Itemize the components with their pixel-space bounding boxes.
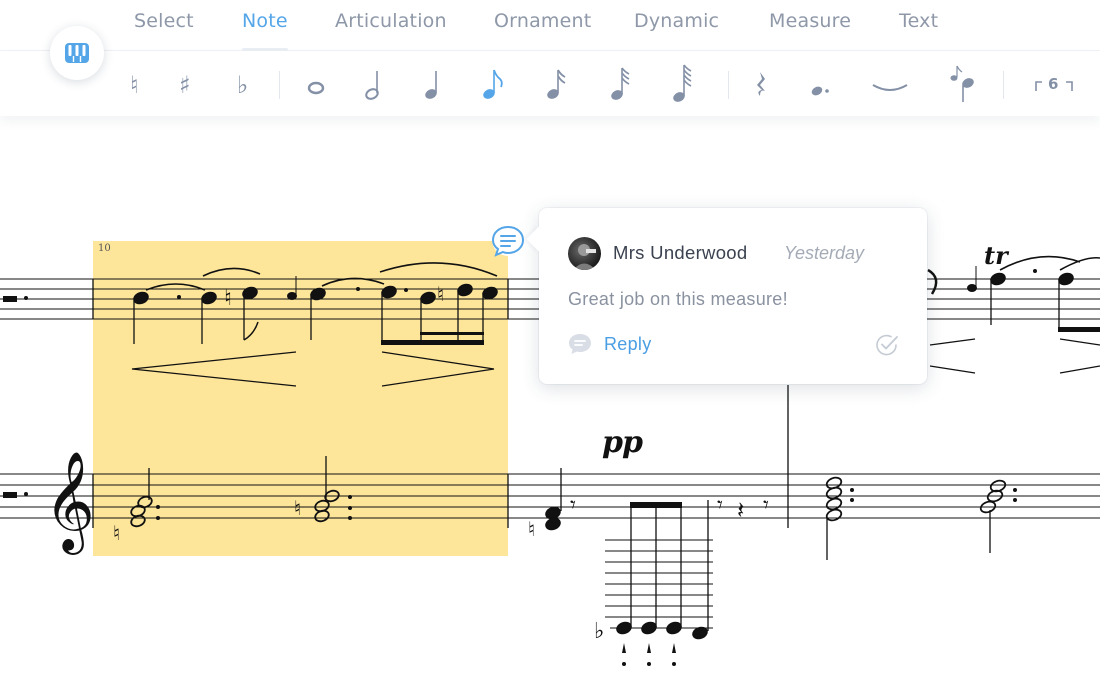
grace-note-tool[interactable]: [942, 51, 982, 116]
tie-tool[interactable]: [870, 51, 910, 116]
flat-icon: ♭: [237, 71, 248, 99]
quarter-note-tool[interactable]: [413, 51, 453, 116]
flat-tool[interactable]: ♭: [223, 51, 263, 116]
svg-text:♭: ♭: [594, 619, 604, 644]
tuplet-icon: 6: [1035, 75, 1073, 93]
thirty-second-note-tool[interactable]: [600, 51, 640, 116]
sharp-icon: ♯: [179, 71, 191, 99]
tab-ornament[interactable]: Ornament: [494, 10, 591, 32]
dynamic-marking[interactable]: pp: [602, 425, 643, 460]
thirty-second-note-icon: [611, 66, 630, 100]
toolbar-divider: [1003, 71, 1004, 99]
grace-note-icon: [950, 65, 974, 102]
svg-text:𝄾: 𝄾: [717, 493, 723, 518]
comment-author: Mrs Underwood: [613, 242, 748, 263]
piano-keyboard-icon: [65, 43, 89, 63]
svg-text:𝄾: 𝄾: [570, 493, 576, 518]
tab-articulation[interactable]: Articulation: [335, 10, 447, 32]
half-note-icon: [365, 70, 379, 100]
tuplet-tool[interactable]: 6: [1026, 51, 1082, 116]
tuplet-number: 6: [1048, 75, 1058, 93]
dot-icon: [811, 86, 829, 95]
sixteenth-note-icon: [547, 69, 566, 99]
svg-text:𝄾: 𝄾: [763, 493, 769, 518]
whole-note-icon: [307, 81, 325, 94]
comment-timestamp: Yesterday: [784, 243, 865, 263]
sixteenth-note-tool[interactable]: [536, 51, 576, 116]
toolbar-divider: [728, 71, 729, 99]
quarter-note-icon: [425, 70, 437, 99]
tab-text[interactable]: Text: [899, 10, 938, 32]
svg-text:♮: ♮: [437, 282, 444, 306]
eighth-note-tool[interactable]: [472, 51, 512, 116]
piano-keyboard-button[interactable]: [50, 26, 104, 80]
svg-text:♮: ♮: [113, 521, 120, 545]
svg-text:♯: ♯: [179, 71, 191, 99]
treble-clef: 𝄞: [44, 451, 95, 555]
mode-tab-bar: Select Note Articulation Ornament Dynami…: [0, 0, 1100, 51]
rest-icon: [757, 71, 765, 96]
tab-note-label: Note: [242, 10, 288, 32]
tab-measure[interactable]: Measure: [769, 10, 851, 32]
tab-note[interactable]: Note: [242, 10, 288, 51]
natural-icon: ♮: [130, 71, 139, 99]
whole-note-tool[interactable]: [296, 51, 336, 116]
svg-text:♭: ♭: [237, 71, 248, 99]
comment-text: Great job on this measure!: [568, 289, 788, 309]
trill-ornament: tr: [984, 241, 1010, 270]
tab-dynamic[interactable]: Dynamic: [634, 10, 719, 32]
reply-icon: [569, 334, 591, 354]
comment-popover: Mrs Underwood Yesterday Great job on thi…: [526, 208, 927, 384]
svg-text:𝄽: 𝄽: [737, 496, 744, 524]
natural-tool[interactable]: ♮: [116, 51, 156, 116]
half-note-tool[interactable]: [354, 51, 394, 116]
check-circle-icon: [876, 334, 898, 356]
measure-11-notes: ♮ 𝄾 ♭ 𝄾 𝄽 𝄾: [528, 468, 769, 666]
svg-text:♮: ♮: [294, 496, 301, 520]
avatar: [568, 237, 601, 270]
reply-button[interactable]: Reply: [568, 332, 652, 356]
resolve-button[interactable]: [874, 332, 900, 358]
sixty-fourth-note-icon: [673, 64, 692, 102]
sharp-tool[interactable]: ♯: [167, 51, 207, 116]
measure-number: 10: [98, 243, 111, 254]
eighth-note-icon: [483, 69, 503, 99]
rest-tool[interactable]: [742, 51, 782, 116]
toolbar-divider: [279, 71, 280, 99]
tab-select[interactable]: Select: [134, 10, 194, 32]
reply-label: Reply: [604, 333, 652, 354]
sixty-fourth-note-tool[interactable]: [662, 51, 702, 116]
svg-text:♮: ♮: [224, 286, 232, 311]
comment-bubble-button[interactable]: [490, 222, 526, 258]
svg-text:♮: ♮: [528, 517, 535, 541]
tie-icon: [872, 83, 908, 91]
dot-tool[interactable]: [800, 51, 840, 116]
svg-text:♮: ♮: [130, 71, 139, 99]
comment-icon: [491, 224, 525, 257]
note-toolbar: ♮ ♯ ♭ 6: [0, 51, 1100, 116]
